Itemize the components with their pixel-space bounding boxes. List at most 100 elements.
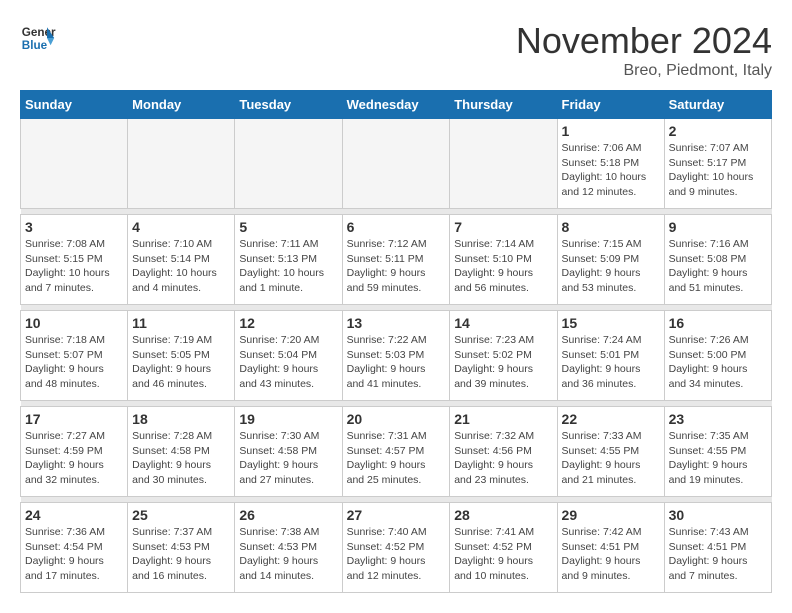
day-info: Sunrise: 7:12 AMSunset: 5:11 PMDaylight:… xyxy=(347,237,446,296)
calendar-week-row: 17 Sunrise: 7:27 AMSunset: 4:59 PMDayligh… xyxy=(21,407,772,497)
day-info: Sunrise: 7:22 AMSunset: 5:03 PMDaylight:… xyxy=(347,333,446,392)
day-info: Sunrise: 7:32 AMSunset: 4:56 PMDaylight:… xyxy=(454,429,552,488)
calendar-week-row: 10Sunrise: 7:18 AMSunset: 5:07 PMDayligh… xyxy=(21,311,772,401)
day-number: 10 xyxy=(25,315,123,331)
table-row: 4Sunrise: 7:10 AMSunset: 5:14 PMDaylight… xyxy=(128,215,235,305)
day-number: 17 xyxy=(25,411,123,427)
table-row: 16 Sunrise: 7:26 AMSunset: 5:00 PMDayligh… xyxy=(664,311,771,401)
table-row: 24 Sunrise: 7:36 AMSunset: 4:54 PMDayligh… xyxy=(21,503,128,593)
header-wednesday: Wednesday xyxy=(342,91,450,119)
table-row: 3Sunrise: 7:08 AMSunset: 5:15 PMDaylight… xyxy=(21,215,128,305)
day-number: 28 xyxy=(454,507,552,523)
logo-icon: General Blue xyxy=(20,20,56,56)
table-row: 28 Sunrise: 7:41 AMSunset: 4:52 PMDayligh… xyxy=(450,503,557,593)
table-row: 17 Sunrise: 7:27 AMSunset: 4:59 PMDayligh… xyxy=(21,407,128,497)
calendar-header-row: Sunday Monday Tuesday Wednesday Thursday… xyxy=(21,91,772,119)
table-row: 20 Sunrise: 7:31 AMSunset: 4:57 PMDayligh… xyxy=(342,407,450,497)
title-area: November 2024 Breo, Piedmont, Italy xyxy=(516,20,772,80)
day-number: 19 xyxy=(239,411,337,427)
table-row: 29 Sunrise: 7:42 AMSunset: 4:51 PMDayligh… xyxy=(557,503,664,593)
table-row: 8 Sunrise: 7:15 AMSunset: 5:09 PMDaylight… xyxy=(557,215,664,305)
header-tuesday: Tuesday xyxy=(235,91,342,119)
table-row xyxy=(21,119,128,209)
day-info: Sunrise: 7:23 AMSunset: 5:02 PMDaylight:… xyxy=(454,333,552,392)
day-info: Sunrise: 7:36 AMSunset: 4:54 PMDaylight:… xyxy=(25,525,123,584)
day-number: 7 xyxy=(454,219,552,235)
day-number: 13 xyxy=(347,315,446,331)
table-row: 22Sunrise: 7:33 AMSunset: 4:55 PMDayligh… xyxy=(557,407,664,497)
table-row: 23 Sunrise: 7:35 AMSunset: 4:55 PMDayligh… xyxy=(664,407,771,497)
day-info: Sunrise: 7:37 AMSunset: 4:53 PMDaylight:… xyxy=(132,525,230,584)
day-info: Sunrise: 7:20 AMSunset: 5:04 PMDaylight:… xyxy=(239,333,337,392)
table-row: 30Sunrise: 7:43 AMSunset: 4:51 PMDayligh… xyxy=(664,503,771,593)
table-row: 11Sunrise: 7:19 AMSunset: 5:05 PMDayligh… xyxy=(128,311,235,401)
day-number: 16 xyxy=(669,315,767,331)
day-number: 25 xyxy=(132,507,230,523)
header-saturday: Saturday xyxy=(664,91,771,119)
day-info: Sunrise: 7:41 AMSunset: 4:52 PMDaylight:… xyxy=(454,525,552,584)
calendar: Sunday Monday Tuesday Wednesday Thursday… xyxy=(20,90,772,593)
day-info: Sunrise: 7:11 AMSunset: 5:13 PMDaylight:… xyxy=(239,237,337,296)
day-info: Sunrise: 7:16 AMSunset: 5:08 PMDaylight:… xyxy=(669,237,767,296)
day-number: 15 xyxy=(562,315,660,331)
day-number: 30 xyxy=(669,507,767,523)
day-info: Sunrise: 7:24 AMSunset: 5:01 PMDaylight:… xyxy=(562,333,660,392)
day-info: Sunrise: 7:31 AMSunset: 4:57 PMDaylight:… xyxy=(347,429,446,488)
day-info: Sunrise: 7:42 AMSunset: 4:51 PMDaylight:… xyxy=(562,525,660,584)
table-row: 1 Sunrise: 7:06 AMSunset: 5:18 PMDaylight… xyxy=(557,119,664,209)
day-info: Sunrise: 7:27 AMSunset: 4:59 PMDaylight:… xyxy=(25,429,123,488)
day-number: 21 xyxy=(454,411,552,427)
day-info: Sunrise: 7:19 AMSunset: 5:05 PMDaylight:… xyxy=(132,333,230,392)
day-number: 23 xyxy=(669,411,767,427)
day-number: 29 xyxy=(562,507,660,523)
table-row: 9Sunrise: 7:16 AMSunset: 5:08 PMDaylight… xyxy=(664,215,771,305)
table-row: 6Sunrise: 7:12 AMSunset: 5:11 PMDaylight… xyxy=(342,215,450,305)
day-number: 18 xyxy=(132,411,230,427)
day-number: 20 xyxy=(347,411,446,427)
table-row: 7 Sunrise: 7:14 AMSunset: 5:10 PMDaylight… xyxy=(450,215,557,305)
header-thursday: Thursday xyxy=(450,91,557,119)
svg-text:Blue: Blue xyxy=(22,39,48,52)
table-row: 2 Sunrise: 7:07 AMSunset: 5:17 PMDaylight… xyxy=(664,119,771,209)
day-number: 26 xyxy=(239,507,337,523)
day-number: 1 xyxy=(562,123,660,139)
day-info: Sunrise: 7:28 AMSunset: 4:58 PMDaylight:… xyxy=(132,429,230,488)
table-row: 13 Sunrise: 7:22 AMSunset: 5:03 PMDayligh… xyxy=(342,311,450,401)
day-number: 24 xyxy=(25,507,123,523)
table-row: 21 Sunrise: 7:32 AMSunset: 4:56 PMDayligh… xyxy=(450,407,557,497)
day-info: Sunrise: 7:14 AMSunset: 5:10 PMDaylight:… xyxy=(454,237,552,296)
header-monday: Monday xyxy=(128,91,235,119)
month-title: November 2024 xyxy=(516,20,772,62)
table-row: 15 Sunrise: 7:24 AMSunset: 5:01 PMDayligh… xyxy=(557,311,664,401)
day-info: Sunrise: 7:40 AMSunset: 4:52 PMDaylight:… xyxy=(347,525,446,584)
table-row: 10Sunrise: 7:18 AMSunset: 5:07 PMDayligh… xyxy=(21,311,128,401)
calendar-week-row: 1 Sunrise: 7:06 AMSunset: 5:18 PMDaylight… xyxy=(21,119,772,209)
table-row xyxy=(128,119,235,209)
table-row xyxy=(235,119,342,209)
day-number: 27 xyxy=(347,507,446,523)
day-info: Sunrise: 7:07 AMSunset: 5:17 PMDaylight:… xyxy=(669,141,767,200)
day-info: Sunrise: 7:08 AMSunset: 5:15 PMDaylight:… xyxy=(25,237,123,296)
day-number: 12 xyxy=(239,315,337,331)
day-info: Sunrise: 7:30 AMSunset: 4:58 PMDaylight:… xyxy=(239,429,337,488)
day-number: 8 xyxy=(562,219,660,235)
calendar-week-row: 24 Sunrise: 7:36 AMSunset: 4:54 PMDayligh… xyxy=(21,503,772,593)
table-row: 25 Sunrise: 7:37 AMSunset: 4:53 PMDayligh… xyxy=(128,503,235,593)
table-row: 26 Sunrise: 7:38 AMSunset: 4:53 PMDayligh… xyxy=(235,503,342,593)
header-friday: Friday xyxy=(557,91,664,119)
day-info: Sunrise: 7:26 AMSunset: 5:00 PMDaylight:… xyxy=(669,333,767,392)
day-info: Sunrise: 7:06 AMSunset: 5:18 PMDaylight:… xyxy=(562,141,660,200)
day-info: Sunrise: 7:38 AMSunset: 4:53 PMDaylight:… xyxy=(239,525,337,584)
logo: General Blue xyxy=(20,20,56,56)
day-info: Sunrise: 7:15 AMSunset: 5:09 PMDaylight:… xyxy=(562,237,660,296)
day-number: 2 xyxy=(669,123,767,139)
calendar-week-row: 3Sunrise: 7:08 AMSunset: 5:15 PMDaylight… xyxy=(21,215,772,305)
day-info: Sunrise: 7:10 AMSunset: 5:14 PMDaylight:… xyxy=(132,237,230,296)
header: General Blue November 2024 Breo, Piedmon… xyxy=(20,20,772,80)
day-number: 5 xyxy=(239,219,337,235)
day-info: Sunrise: 7:35 AMSunset: 4:55 PMDaylight:… xyxy=(669,429,767,488)
table-row: 18 Sunrise: 7:28 AMSunset: 4:58 PMDayligh… xyxy=(128,407,235,497)
table-row xyxy=(450,119,557,209)
table-row: 5 Sunrise: 7:11 AMSunset: 5:13 PMDaylight… xyxy=(235,215,342,305)
table-row: 12 Sunrise: 7:20 AMSunset: 5:04 PMDayligh… xyxy=(235,311,342,401)
